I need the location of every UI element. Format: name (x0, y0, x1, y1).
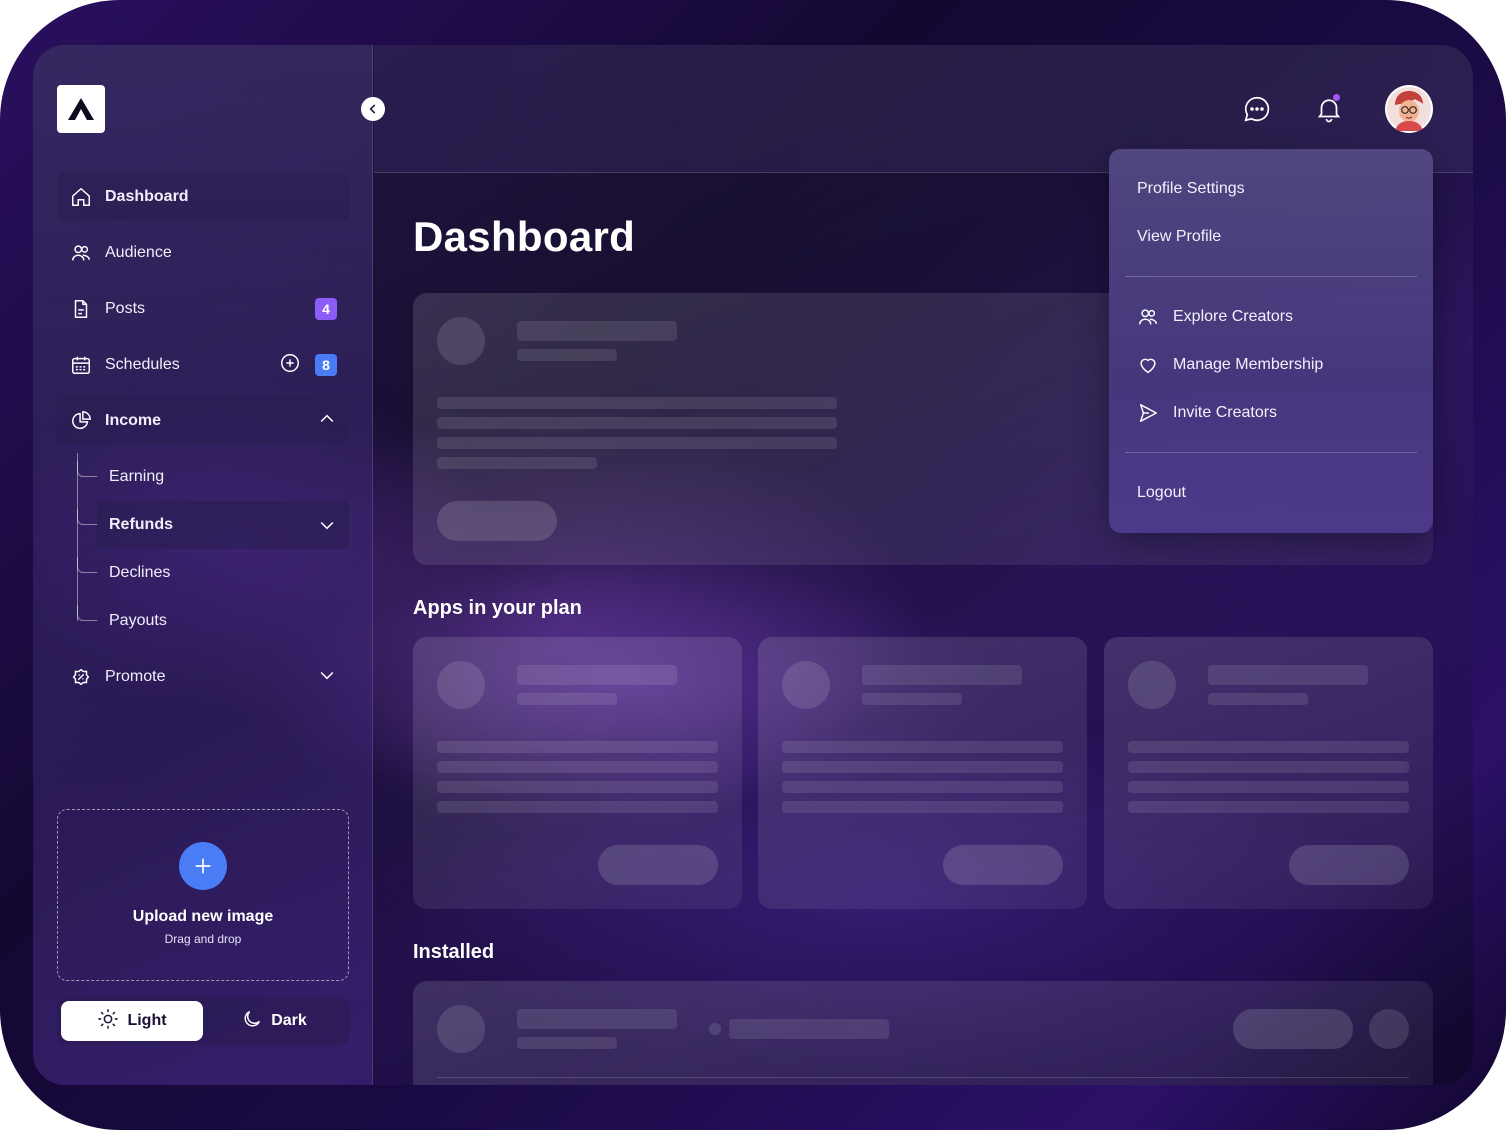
send-icon (1137, 402, 1159, 424)
nav-posts-label: Posts (105, 300, 146, 317)
posts-count-badge: 4 (315, 298, 337, 320)
menu-invite-creators[interactable]: Invite Creators (1137, 401, 1277, 425)
nav-dashboard-label: Dashboard (105, 188, 189, 205)
nav-dashboard[interactable]: Dashboard (57, 173, 349, 221)
moon-icon (241, 1008, 263, 1035)
installed-section-title: Installed (413, 941, 495, 963)
app-card[interactable] (1104, 637, 1433, 909)
subnav-earning[interactable]: Earning (97, 453, 349, 501)
nav-schedules[interactable]: Schedules 8 (57, 341, 349, 389)
chevron-up-icon (317, 409, 337, 434)
subnav-refunds[interactable]: Refunds (97, 501, 349, 549)
nav-income-label: Income (105, 412, 162, 429)
sun-icon (97, 1008, 119, 1035)
users-icon (1137, 306, 1159, 328)
menu-divider (1125, 276, 1417, 277)
subnav-declines-label: Declines (109, 564, 171, 581)
nav-posts[interactable]: Posts 4 (57, 285, 349, 333)
upload-add-button[interactable] (179, 842, 227, 890)
chevron-down-icon (317, 515, 337, 535)
user-avatar[interactable] (1385, 85, 1433, 133)
installed-card (413, 981, 1433, 1085)
subnav-declines[interactable]: Declines (97, 549, 349, 597)
document-icon (69, 297, 93, 321)
chevron-left-icon (369, 104, 376, 114)
page-title: Dashboard (413, 213, 636, 260)
subnav-earning-label: Earning (109, 468, 165, 485)
nav-schedules-label: Schedules (105, 356, 180, 373)
home-icon (69, 185, 93, 209)
nav-audience-label: Audience (105, 244, 172, 261)
menu-explore-creators-label: Explore Creators (1173, 308, 1294, 325)
theme-light-button[interactable]: Light (61, 1001, 203, 1041)
app-window: Dashboard Audience Posts 4 Schedules 8 I… (33, 45, 1473, 1085)
nav-audience[interactable]: Audience (57, 229, 349, 277)
add-schedule-icon[interactable] (279, 352, 301, 379)
menu-explore-creators[interactable]: Explore Creators (1137, 305, 1293, 329)
menu-logout[interactable]: Logout (1137, 481, 1186, 505)
menu-view-profile[interactable]: View Profile (1137, 225, 1221, 249)
chat-icon (1244, 96, 1270, 122)
menu-profile-settings-label: Profile Settings (1137, 180, 1245, 197)
menu-logout-label: Logout (1137, 484, 1186, 501)
chevron-down-icon (317, 665, 337, 690)
heart-icon (1137, 354, 1159, 376)
menu-view-profile-label: View Profile (1137, 228, 1222, 245)
menu-invite-creators-label: Invite Creators (1173, 404, 1278, 421)
app-card[interactable] (758, 637, 1087, 909)
calendar-icon (69, 353, 93, 377)
collapse-sidebar-button[interactable] (361, 97, 385, 121)
schedules-count-badge: 8 (315, 354, 337, 376)
subnav-refunds-label: Refunds (109, 516, 173, 533)
app-logo[interactable] (57, 85, 105, 133)
nav-income[interactable]: Income (57, 397, 349, 445)
menu-manage-membership[interactable]: Manage Membership (1137, 353, 1323, 377)
apps-section-title: Apps in your plan (413, 597, 582, 619)
notification-dot (1333, 94, 1340, 101)
menu-manage-membership-label: Manage Membership (1173, 356, 1324, 373)
device-frame: Dashboard Audience Posts 4 Schedules 8 I… (0, 0, 1506, 1130)
upload-subtitle: Drag and drop (164, 932, 242, 946)
theme-dark-button[interactable]: Dark (203, 1001, 345, 1041)
chat-button[interactable] (1241, 93, 1273, 125)
sidebar: Dashboard Audience Posts 4 Schedules 8 I… (33, 45, 373, 1085)
submenu-tree-line (77, 453, 78, 621)
subnav-payouts[interactable]: Payouts (97, 597, 349, 645)
plus-icon (195, 858, 211, 874)
upload-title: Upload new image (132, 908, 274, 925)
nav-promote[interactable]: Promote (57, 653, 349, 701)
users-icon (69, 241, 93, 265)
menu-divider (1125, 452, 1417, 453)
avatar-image (1387, 87, 1431, 131)
theme-toggle: Light Dark (57, 997, 349, 1045)
app-card[interactable] (413, 637, 742, 909)
notifications-button[interactable] (1313, 93, 1345, 125)
menu-profile-settings[interactable]: Profile Settings (1137, 177, 1245, 201)
profile-dropdown-menu: Profile Settings View Profile Explore Cr… (1109, 149, 1433, 533)
nav-promote-label: Promote (105, 668, 166, 685)
theme-dark-label: Dark (271, 1012, 307, 1029)
discount-icon (69, 665, 93, 689)
theme-light-label: Light (127, 1012, 167, 1029)
pie-chart-icon (69, 409, 93, 433)
upload-dropzone[interactable]: Upload new image Drag and drop (57, 809, 349, 981)
subnav-payouts-label: Payouts (109, 612, 167, 629)
triangle-logo-icon (68, 98, 94, 120)
